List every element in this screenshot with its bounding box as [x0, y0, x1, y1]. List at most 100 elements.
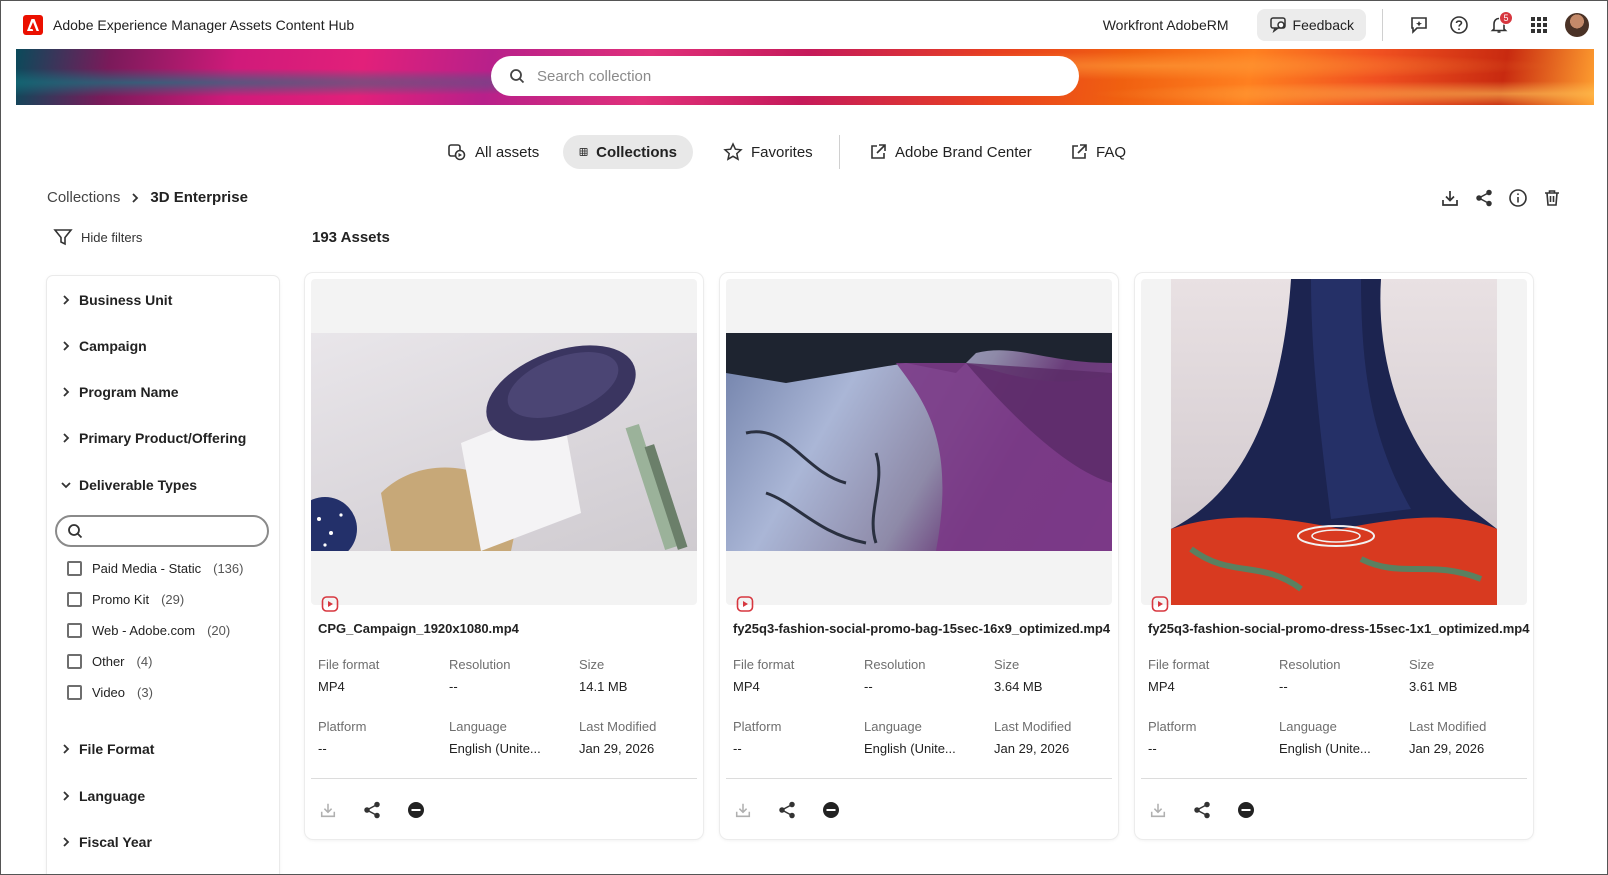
facet-deliverable-types[interactable]: Deliverable Types	[61, 477, 197, 493]
meta-value: --	[318, 741, 327, 756]
meta-platform: Platform --	[318, 719, 366, 756]
asset-thumbnail[interactable]	[1141, 279, 1527, 605]
checkbox[interactable]	[67, 685, 82, 700]
search-bar[interactable]	[491, 56, 1079, 96]
remove-icon	[408, 802, 424, 818]
chat-button[interactable]	[1399, 5, 1439, 45]
brand[interactable]: Adobe Experience Manager Assets Content …	[23, 15, 354, 35]
card-download-button[interactable]	[1147, 799, 1169, 821]
chevron-down-icon	[61, 481, 71, 489]
card-download-button[interactable]	[732, 799, 754, 821]
asset-filename[interactable]: fy25q3-fashion-social-promo-bag-15sec-16…	[733, 621, 1110, 636]
remove-icon	[1238, 802, 1254, 818]
facet-business-unit[interactable]: Business Unit	[61, 292, 172, 308]
assets-icon	[448, 144, 466, 161]
chevron-right-icon	[61, 744, 71, 754]
facet-fiscal-year[interactable]: Fiscal Year	[61, 834, 152, 850]
card-remove-button[interactable]	[820, 799, 842, 821]
facet-label: File Format	[79, 741, 155, 757]
tab-favorites[interactable]: Favorites	[707, 135, 829, 169]
facet-primary-product[interactable]: Primary Product/Offering	[61, 430, 246, 446]
checkbox-option[interactable]: Paid Media - Static (136)	[67, 561, 243, 576]
feedback-button[interactable]: Feedback	[1256, 9, 1366, 41]
facet-label: Business Unit	[79, 292, 173, 308]
checkbox[interactable]	[67, 592, 82, 607]
meta-label: File format	[733, 657, 795, 672]
org-switcher[interactable]: Workfront AdobeRM	[1103, 17, 1229, 33]
breadcrumb-collections-link[interactable]: Collections	[47, 189, 120, 206]
asset-filename[interactable]: fy25q3-fashion-social-promo-dress-15sec-…	[1148, 621, 1529, 636]
filter-icon	[53, 229, 73, 246]
chevron-right-icon	[61, 791, 71, 801]
meta-language: Language English (Unite...	[449, 719, 541, 756]
card-share-button[interactable]	[776, 799, 798, 821]
asset-card[interactable]: CPG_Campaign_1920x1080.mp4 File format MP…	[305, 273, 703, 839]
meta-label: Resolution	[864, 657, 926, 672]
facet-search[interactable]	[55, 515, 269, 547]
delete-button[interactable]	[1537, 183, 1567, 213]
chevron-right-icon	[61, 837, 71, 847]
notifications-button[interactable]: 5	[1479, 5, 1519, 45]
external-link-icon	[1072, 144, 1087, 159]
hide-filters-button[interactable]: Hide filters	[53, 227, 142, 247]
card-actions	[317, 799, 427, 821]
checkbox-option[interactable]: Web - Adobe.com (20)	[67, 623, 230, 638]
checkbox[interactable]	[67, 654, 82, 669]
card-actions	[1147, 799, 1257, 821]
card-remove-button[interactable]	[1235, 799, 1257, 821]
card-remove-button[interactable]	[405, 799, 427, 821]
facet-program-name[interactable]: Program Name	[61, 384, 179, 400]
card-share-button[interactable]	[1191, 799, 1213, 821]
link-faq[interactable]: FAQ	[1054, 135, 1142, 169]
download-icon	[1150, 803, 1166, 818]
meta-value: --	[733, 741, 742, 756]
avatar[interactable]	[1565, 13, 1589, 37]
meta-value: --	[1148, 741, 1157, 756]
video-icon	[736, 595, 754, 618]
meta-label: Size	[994, 657, 1020, 672]
facet-search-input[interactable]	[89, 523, 259, 539]
facet-file-format[interactable]: File Format	[61, 741, 154, 757]
asset-filename[interactable]: CPG_Campaign_1920x1080.mp4	[318, 621, 519, 636]
help-button[interactable]	[1439, 5, 1479, 45]
meta-value: 3.64 MB	[994, 679, 1043, 694]
thumbnail-image	[1171, 279, 1497, 605]
meta-value: --	[449, 679, 458, 694]
checkbox-option[interactable]: Other (4)	[67, 654, 152, 669]
share-button[interactable]	[1469, 183, 1499, 213]
facet-language[interactable]: Language	[61, 788, 145, 804]
meta-last-modified: Last Modified Jan 29, 2026	[994, 719, 1071, 756]
meta-file-format: File format MP4	[733, 657, 794, 694]
tab-collections[interactable]: Collections	[563, 135, 693, 169]
facet-campaign[interactable]: Campaign	[61, 338, 147, 354]
card-download-button[interactable]	[317, 799, 339, 821]
checkbox-option[interactable]: Video (3)	[67, 685, 153, 700]
option-label: Web - Adobe.com	[92, 623, 196, 638]
facet-label: Language	[79, 788, 146, 804]
app-switcher-button[interactable]	[1519, 5, 1559, 45]
download-button[interactable]	[1435, 183, 1465, 213]
checkbox[interactable]	[67, 623, 82, 638]
meta-label: Language	[864, 719, 922, 734]
search-input[interactable]	[537, 67, 1017, 85]
meta-size: Size 3.61 MB	[1409, 657, 1457, 694]
asset-thumbnail[interactable]	[726, 279, 1112, 605]
asset-card[interactable]: fy25q3-fashion-social-promo-dress-15sec-…	[1135, 273, 1533, 839]
card-share-button[interactable]	[361, 799, 383, 821]
meta-label: File format	[318, 657, 380, 672]
app-title: Adobe Experience Manager Assets Content …	[53, 17, 355, 33]
link-brand-center[interactable]: Adobe Brand Center	[853, 135, 1048, 169]
tab-all-assets[interactable]: All assets	[431, 135, 555, 169]
checkbox-option[interactable]: Promo Kit (29)	[67, 592, 184, 607]
meta-value: MP4	[1148, 679, 1175, 694]
option-label: Other	[92, 654, 125, 669]
meta-label: Size	[1409, 657, 1435, 672]
asset-thumbnail[interactable]	[311, 279, 697, 605]
meta-value: Jan 29, 2026	[579, 741, 655, 756]
meta-value: Jan 29, 2026	[1409, 741, 1485, 756]
asset-card[interactable]: fy25q3-fashion-social-promo-bag-15sec-16…	[720, 273, 1118, 839]
facet-label: Primary Product/Offering	[79, 430, 247, 446]
checkbox[interactable]	[67, 561, 82, 576]
info-button[interactable]	[1503, 183, 1533, 213]
feedback-icon	[1269, 15, 1287, 36]
